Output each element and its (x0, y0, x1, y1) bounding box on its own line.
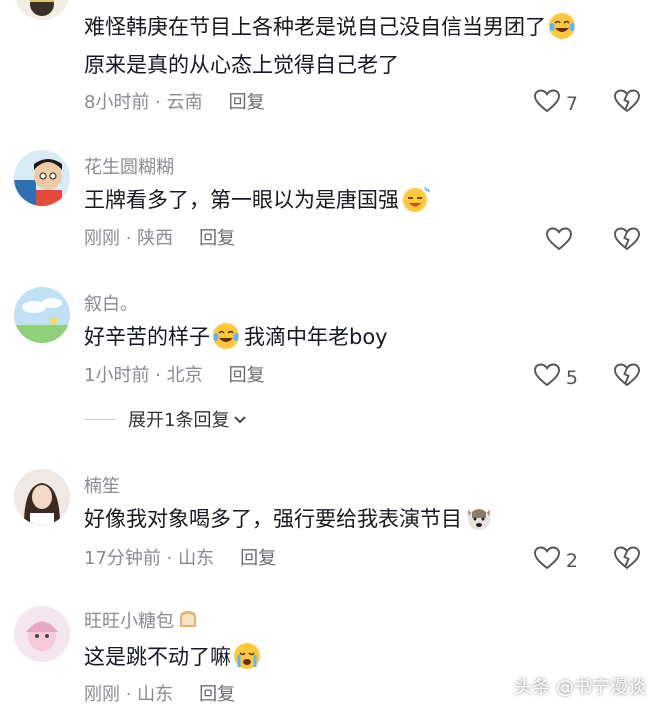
comment-text: 好像我对象喝多了，强行要给我表演节目 (84, 502, 494, 542)
reply-button[interactable]: 回复 (199, 684, 235, 705)
broken-heart-icon (614, 89, 640, 117)
heart-icon (533, 89, 560, 118)
expand-replies-button[interactable]: 展开1条回复 (84, 406, 247, 432)
dislike-button[interactable] (614, 89, 640, 117)
expand-replies-label: 展开1条回复 (128, 410, 230, 431)
username[interactable]: 楠笙 (84, 472, 120, 498)
like-count: 5 (565, 366, 578, 389)
heart-icon (533, 363, 560, 392)
like-count: 7 (565, 92, 578, 115)
comment-text: 好辛苦的样子 我滴中年老boy (84, 320, 388, 360)
comment-text: 王牌看多了，第一眼以为是唐国强 (84, 183, 431, 223)
heart-icon (546, 227, 572, 256)
avatar[interactable] (14, 469, 70, 525)
bread-emoji (176, 607, 200, 636)
timestamp-location: 17分钟前 · 山东 (84, 548, 215, 569)
username[interactable]: 叙白。 (84, 290, 138, 316)
timestamp-location: 8小时前 · 云南 (84, 92, 203, 113)
smirk-sweat-emoji (401, 185, 431, 223)
username[interactable]: 旺旺小糖包 (84, 607, 200, 636)
like-button[interactable]: 7 (533, 89, 578, 118)
watermark: 头条 @书宁漫谈 (514, 677, 646, 698)
heart-icon (533, 546, 560, 575)
crying-emoji (233, 642, 261, 680)
like-button[interactable]: 2 (533, 546, 578, 575)
broken-heart-icon (614, 363, 640, 391)
comment-text: 这是跳不动了嘛 (84, 640, 261, 680)
reply-button[interactable]: 回复 (229, 92, 265, 113)
broken-heart-icon (614, 546, 640, 574)
dog-face-emoji (464, 504, 494, 542)
chevron-down-icon (233, 409, 247, 430)
timestamp-location: 1小时前 · 北京 (84, 365, 203, 386)
comment-text: 难怪韩庚在节目上各种老是说自己没自信当男团了 (84, 10, 576, 50)
broken-heart-icon (614, 227, 640, 255)
like-button[interactable] (546, 227, 578, 256)
reply-button[interactable]: 回复 (199, 228, 235, 249)
avatar[interactable] (14, 0, 70, 20)
comment-meta: 17分钟前 · 山东 回复 (84, 547, 276, 571)
like-button[interactable]: 5 (533, 363, 578, 392)
avatar[interactable] (14, 606, 70, 662)
comment-text-line-2: 原来是真的从心态上觉得自己老了 (84, 53, 399, 77)
comment-meta: 8小时前 · 云南 回复 (84, 91, 265, 115)
comment-meta: 刚刚 · 山东 回复 (84, 683, 235, 707)
avatar[interactable] (14, 150, 70, 206)
divider (84, 418, 116, 420)
avatar[interactable] (14, 287, 70, 343)
timestamp-location: 刚刚 · 陕西 (84, 228, 174, 249)
timestamp-location: 刚刚 · 山东 (84, 684, 174, 705)
dislike-button[interactable] (614, 546, 640, 574)
reply-button[interactable]: 回复 (229, 365, 265, 386)
like-count: 2 (565, 549, 578, 572)
reply-button[interactable]: 回复 (240, 548, 276, 569)
username[interactable]: 花生圆糊糊 (84, 153, 174, 179)
laughing-crying-emoji (548, 12, 576, 50)
dislike-button[interactable] (614, 227, 640, 255)
comment-meta: 1小时前 · 北京 回复 (84, 364, 265, 388)
dislike-button[interactable] (614, 363, 640, 391)
laughing-crying-emoji (212, 322, 240, 360)
comment-meta: 刚刚 · 陕西 回复 (84, 227, 235, 251)
